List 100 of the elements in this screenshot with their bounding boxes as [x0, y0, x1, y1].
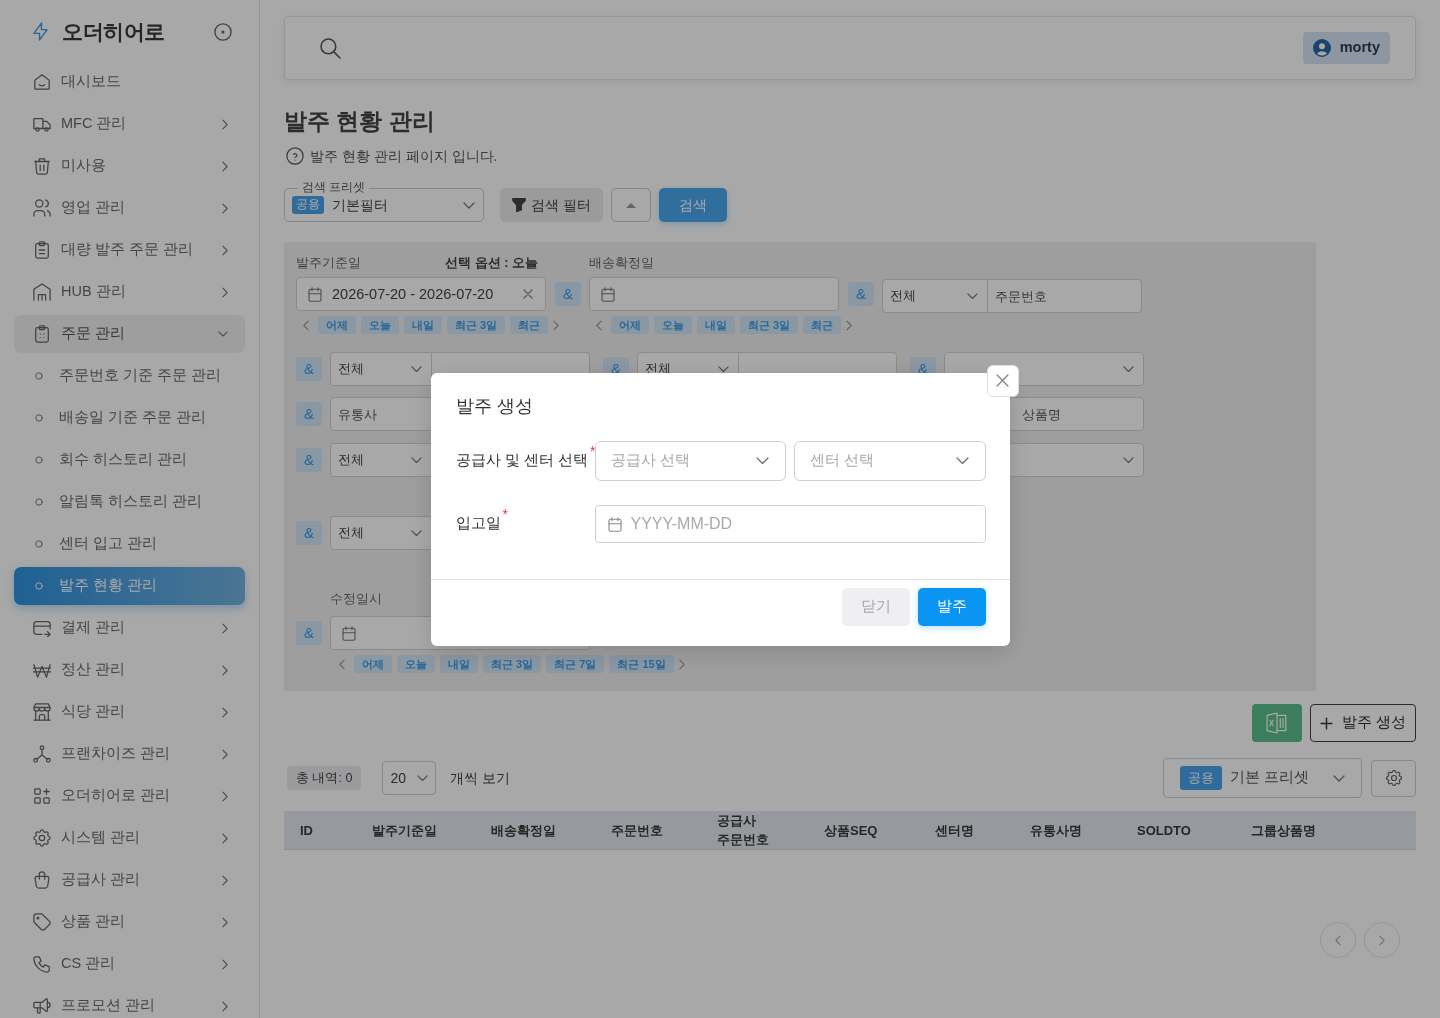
calendar-icon [308, 287, 322, 302]
column-header: 유통사명 [1014, 811, 1121, 850]
submit-button[interactable]: 발주 [917, 587, 986, 626]
circle-dot-icon[interactable] [214, 22, 232, 41]
cancel-button[interactable]: 닫기 [841, 587, 910, 626]
nav-item[interactable]: 프랜차이즈 관리 [14, 735, 245, 773]
nav-item[interactable]: 식당 관리 [14, 693, 245, 731]
plus-icon [1320, 716, 1333, 730]
chevron-right-icon [222, 664, 228, 676]
close-button[interactable] [986, 364, 1019, 397]
nav-subitem[interactable]: 알림톡 히스토리 관리 [14, 483, 245, 521]
filter-label: 발주기준일 [296, 255, 361, 271]
ring-icon [35, 372, 43, 380]
nav-subitem[interactable]: 발주 현황 관리 [14, 567, 245, 605]
column-header: 배송확정일 [475, 811, 595, 850]
user-avatar-icon [1312, 39, 1331, 57]
ring-icon [35, 582, 43, 590]
column-header: 공급사 주문번호 [701, 811, 808, 850]
chevron-right-icon [222, 118, 228, 130]
and-operator-button[interactable]: & [296, 621, 322, 645]
and-operator-button[interactable]: & [296, 402, 322, 426]
nav-item[interactable]: HUB 관리 [14, 273, 245, 311]
chevron-down-icon [955, 456, 969, 465]
collapse-filter-button[interactable] [611, 188, 651, 222]
next-page-button[interactable] [1364, 922, 1400, 958]
and-operator-button[interactable]: & [555, 282, 581, 306]
nav-subitem[interactable]: 회수 히스토리 관리 [14, 441, 245, 479]
nav-item[interactable]: CS 관리 [14, 945, 245, 983]
and-operator-button[interactable]: & [296, 357, 322, 381]
clear-icon[interactable] [523, 289, 533, 299]
chevron-left-icon[interactable] [596, 319, 602, 331]
nav-item[interactable]: 미사용 [14, 147, 245, 185]
filter-select[interactable]: 전체 [882, 279, 988, 313]
nav-item[interactable]: 결제 관리 [14, 609, 245, 647]
and-operator-button[interactable]: & [296, 448, 322, 472]
ring-icon [35, 456, 43, 464]
search-input[interactable]: 주문번호 [988, 279, 1142, 313]
phone-icon [33, 955, 51, 973]
clipboard-icon [33, 241, 51, 259]
settings-button[interactable] [1371, 759, 1416, 797]
chevron-right-icon[interactable] [553, 319, 560, 331]
home-icon [33, 73, 51, 91]
ring-icon [35, 498, 43, 506]
chevron-right-icon [222, 622, 228, 634]
chevron-down-icon [1123, 365, 1134, 373]
chevron-left-icon[interactable] [339, 658, 345, 670]
nav-item[interactable]: 영업 관리 [14, 189, 245, 227]
create-order-button[interactable]: 발주 생성 [1310, 704, 1416, 742]
won-icon [33, 661, 51, 679]
nav-item[interactable]: MFC 관리 [14, 105, 245, 143]
filter-button[interactable]: 검색 필터 [500, 188, 603, 222]
excel-download-button[interactable] [1252, 704, 1302, 742]
and-operator-button[interactable]: & [848, 282, 874, 306]
chevron-down-icon [218, 331, 228, 337]
field-label: 공급사 및 센터 선택 [455, 450, 588, 471]
column-header: ID [284, 811, 356, 850]
search-icon[interactable] [320, 37, 341, 59]
previous-page-button[interactable] [1320, 922, 1356, 958]
filter-select[interactable]: 전체 [330, 443, 432, 477]
search-button[interactable]: 검색 [659, 188, 727, 222]
column-preset-select[interactable]: 공용 기본 프리셋 [1163, 758, 1362, 798]
card-icon [33, 619, 51, 637]
calendar-icon [601, 287, 615, 302]
user-menu-button[interactable]: morty [1302, 32, 1390, 64]
nav-subitem[interactable]: 센터 입고 관리 [14, 525, 245, 563]
nav-item[interactable]: 공급사 관리 [14, 861, 245, 899]
chevron-right-icon [222, 832, 228, 844]
nav-item[interactable]: 대량 발주 주문 관리 [14, 231, 245, 269]
dropdown-select[interactable]: 공급사 선택 [594, 440, 786, 481]
nav-subitem[interactable]: 주문번호 기준 주문 관리 [14, 357, 245, 395]
nav-item[interactable]: 상품 관리 [14, 903, 245, 941]
nav-item[interactable]: 정산 관리 [14, 651, 245, 689]
shared-badge: 공용 [1180, 766, 1222, 790]
chevron-right-icon [222, 874, 228, 886]
tag-icon [33, 913, 51, 931]
nav-item[interactable]: 시스템 관리 [14, 819, 245, 857]
trash-icon [33, 157, 51, 175]
brand-name: 오더히어로 [62, 18, 165, 45]
date-input[interactable]: YYYY-MM-DD [594, 504, 986, 543]
dropdown-select[interactable]: 센터 선택 [794, 440, 986, 481]
chevron-right-icon[interactable] [846, 319, 853, 331]
filter-select[interactable]: 전체 [330, 352, 432, 386]
nav-item[interactable]: 오더히어로 관리 [14, 777, 245, 815]
nav-item[interactable]: 대시보드 [14, 63, 245, 101]
filter-select[interactable]: 전체 [330, 516, 432, 550]
page-size-select[interactable]: 20 [382, 761, 437, 795]
filter-label: 수정일시 [330, 591, 383, 607]
nav-item[interactable]: 주문 관리 [14, 315, 245, 353]
column-header: 센터명 [919, 811, 1014, 850]
nav-subitem[interactable]: 배송일 기준 주문 관리 [14, 399, 245, 437]
date-range-field[interactable] [589, 277, 839, 311]
chevron-down-icon [411, 529, 422, 537]
date-range-field[interactable]: 2026-07-20 - 2026-07-20 [296, 277, 546, 311]
nav-item[interactable]: 프로모션 관리 [14, 987, 245, 1018]
and-operator-button[interactable]: & [296, 521, 322, 545]
chevron-left-icon[interactable] [303, 319, 309, 331]
chevron-right-icon[interactable] [678, 658, 685, 670]
chevron-down-icon [411, 365, 422, 373]
chevron-down-icon [463, 201, 475, 209]
users-icon [33, 199, 51, 217]
